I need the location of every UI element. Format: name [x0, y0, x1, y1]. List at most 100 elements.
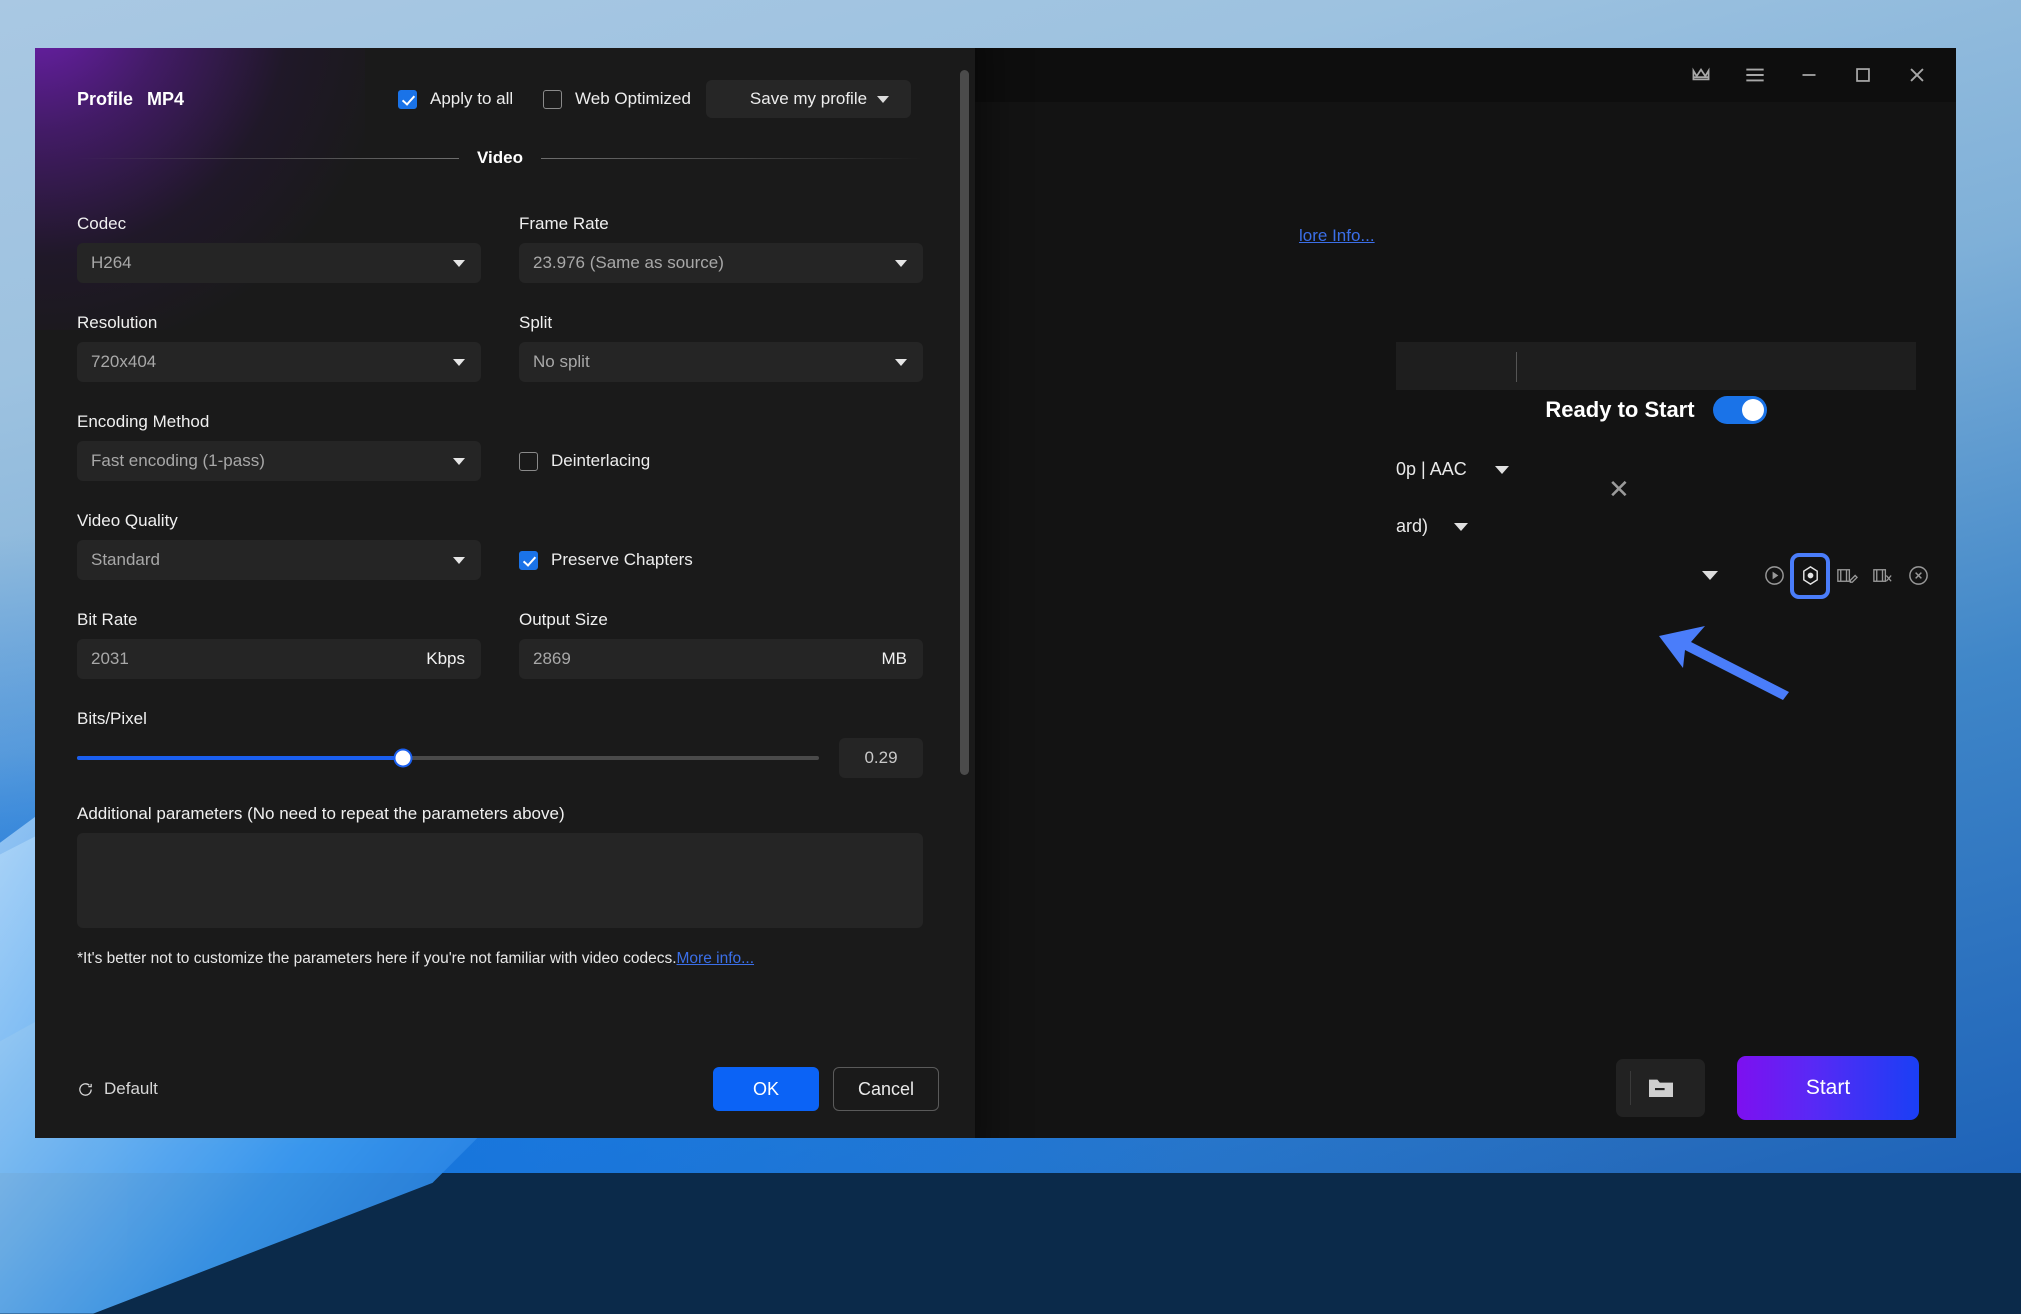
- preserve-chapters-label: Preserve Chapters: [551, 550, 693, 570]
- chevron-down-icon[interactable]: [1702, 571, 1718, 580]
- bit-rate-unit: Kbps: [426, 649, 465, 669]
- slider-fill: [77, 756, 403, 760]
- bit-rate-label: Bit Rate: [77, 610, 481, 630]
- checkbox-box: [398, 90, 417, 109]
- chevron-down-icon: [877, 96, 889, 103]
- resolution-label: Resolution: [77, 313, 481, 333]
- bits-per-pixel-slider[interactable]: [77, 756, 819, 760]
- checkbox-box: [543, 90, 562, 109]
- bits-per-pixel-value: 0.29: [839, 738, 923, 778]
- output-size-unit: MB: [882, 649, 908, 669]
- output-size-label: Output Size: [519, 610, 923, 630]
- profile-value: MP4: [147, 89, 184, 109]
- codec-select[interactable]: H264: [77, 243, 481, 283]
- reset-icon: [77, 1081, 94, 1098]
- title-preview-box: [1396, 342, 1916, 390]
- video-quality-value: Standard: [91, 550, 160, 570]
- subtitle-selector[interactable]: ard): [1396, 516, 1468, 537]
- apply-to-all-label: Apply to all: [430, 89, 513, 109]
- encoding-method-value: Fast encoding (1-pass): [91, 451, 265, 471]
- chevron-down-icon: [1454, 523, 1468, 531]
- more-info-link[interactable]: More info...: [677, 950, 755, 967]
- encoding-method-select[interactable]: Fast encoding (1-pass): [77, 441, 481, 481]
- chevron-down-icon: [453, 458, 465, 465]
- frame-rate-field: Frame Rate 23.976 (Same as source): [519, 214, 923, 283]
- codec-label: Codec: [77, 214, 481, 234]
- section-title: Video: [477, 148, 523, 168]
- play-circle-icon[interactable]: [1763, 564, 1786, 587]
- video-quality-select[interactable]: Standard: [77, 540, 481, 580]
- dvdfab-app-window: DVDFab 13.0.0.0 Home Copy Ripper: [35, 48, 1956, 1138]
- split-label: Split: [519, 313, 923, 333]
- chevron-down-icon: [895, 260, 907, 267]
- subtitle-icon[interactable]: [1871, 564, 1894, 587]
- chevron-down-icon: [453, 359, 465, 366]
- checkbox-box: [519, 452, 538, 471]
- preserve-chapters-checkbox[interactable]: Preserve Chapters: [519, 540, 923, 570]
- remove-track-icon[interactable]: ✕: [1608, 474, 1630, 505]
- deinterlacing-field: . Deinterlacing: [519, 412, 923, 481]
- hamburger-menu-icon[interactable]: [1742, 62, 1768, 88]
- bottom-action-bar: Start: [1396, 1026, 1956, 1138]
- frame-rate-label: Frame Rate: [519, 214, 923, 234]
- audio-track-selector[interactable]: 0p | AAC: [1396, 459, 1509, 480]
- bit-rate-input[interactable]: 2031 Kbps: [77, 639, 481, 679]
- dialog-footer: Default OK Cancel: [35, 1039, 975, 1138]
- cancel-button[interactable]: Cancel: [833, 1067, 939, 1111]
- save-profile-label: Save my profile: [750, 89, 867, 109]
- output-folder-button[interactable]: [1616, 1059, 1705, 1117]
- resolution-select[interactable]: 720x404: [77, 342, 481, 382]
- bits-per-pixel-label: Bits/Pixel: [77, 709, 923, 729]
- crown-icon[interactable]: [1688, 62, 1714, 88]
- split-field: Split No split: [519, 313, 923, 382]
- bitrate-outputsize-row: Bit Rate 2031 Kbps Output Size 2869 MB: [77, 610, 923, 679]
- default-button[interactable]: Default: [77, 1079, 158, 1099]
- settings-gear-icon[interactable]: [1799, 564, 1822, 587]
- codec-warning-note: *It's better not to customize the parame…: [77, 950, 923, 968]
- encoding-method-field: Encoding Method Fast encoding (1-pass): [77, 412, 481, 481]
- video-quality-field: Video Quality Standard: [77, 511, 481, 580]
- remove-circle-icon[interactable]: [1907, 564, 1930, 587]
- bit-rate-field: Bit Rate 2031 Kbps: [77, 610, 481, 679]
- note-text: *It's better not to customize the parame…: [77, 950, 677, 967]
- web-optimized-checkbox[interactable]: Web Optimized: [543, 89, 691, 109]
- profile-label: ProfileMP4: [77, 89, 184, 110]
- additional-parameters-label: Additional parameters (No need to repeat…: [77, 804, 923, 824]
- highlight-annotation-box: [1790, 553, 1830, 599]
- split-select[interactable]: No split: [519, 342, 923, 382]
- deinterlacing-checkbox[interactable]: Deinterlacing: [519, 441, 923, 471]
- output-size-input[interactable]: 2869 MB: [519, 639, 923, 679]
- checkbox-box: [519, 551, 538, 570]
- quality-chapters-row: Video Quality Standard . Preserve Chapte…: [77, 511, 923, 580]
- frame-rate-select[interactable]: 23.976 (Same as source): [519, 243, 923, 283]
- maximize-icon[interactable]: [1850, 62, 1876, 88]
- start-button[interactable]: Start: [1737, 1056, 1919, 1120]
- task-action-icon-row: [1702, 564, 1930, 587]
- video-edit-icon[interactable]: [1835, 564, 1858, 587]
- advanced-settings-dialog: Advanced Settings ✕ ProfileMP4 Apply to …: [35, 48, 975, 1138]
- save-my-profile-button[interactable]: Save my profile: [706, 80, 911, 118]
- additional-parameters-input[interactable]: [77, 833, 923, 928]
- ready-to-start-toggle[interactable]: [1713, 396, 1767, 424]
- preserve-chapters-field: . Preserve Chapters: [519, 511, 923, 580]
- chevron-down-icon: [453, 260, 465, 267]
- frame-rate-value: 23.976 (Same as source): [533, 253, 724, 273]
- chevron-down-icon: [895, 359, 907, 366]
- chevron-down-icon: [1495, 466, 1509, 474]
- bits-per-pixel-slider-row: 0.29: [77, 738, 923, 778]
- resolution-split-row: Resolution 720x404 Split No split: [77, 313, 923, 382]
- slider-thumb[interactable]: [396, 751, 411, 766]
- resolution-field: Resolution 720x404: [77, 313, 481, 382]
- dialog-scrollbar[interactable]: [960, 70, 969, 775]
- audio-track-label: 0p | AAC: [1396, 459, 1467, 480]
- bit-rate-value: 2031: [91, 649, 129, 669]
- video-quality-label: Video Quality: [77, 511, 481, 531]
- annotation-arrow: [1657, 620, 1807, 710]
- ok-button[interactable]: OK: [713, 1067, 819, 1111]
- codec-value: H264: [91, 253, 132, 273]
- more-info-link[interactable]: lore Info...: [1299, 226, 1375, 246]
- folder-icon: [1646, 1076, 1676, 1100]
- minimize-icon[interactable]: [1796, 62, 1822, 88]
- close-icon[interactable]: [1904, 62, 1930, 88]
- apply-to-all-checkbox[interactable]: Apply to all: [398, 89, 513, 109]
